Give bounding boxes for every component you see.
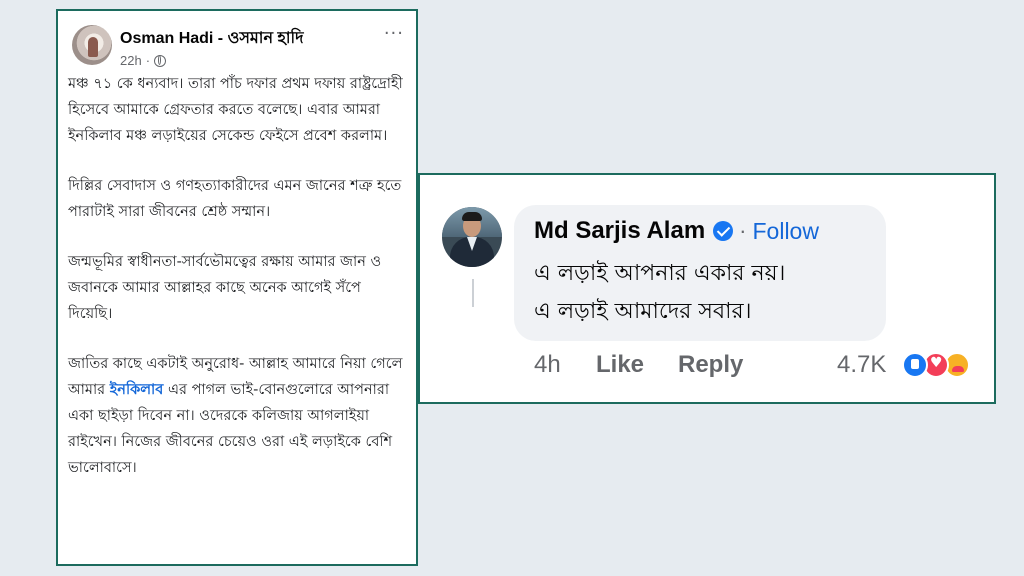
like-button[interactable]: Like: [596, 351, 678, 379]
comment-time[interactable]: 4h: [534, 351, 596, 379]
follow-button[interactable]: Follow: [753, 218, 819, 245]
globe-icon: [154, 54, 167, 67]
author-avatar[interactable]: [72, 25, 112, 65]
commenter-name[interactable]: Md Sarjis Alam: [534, 217, 705, 245]
post-author-name[interactable]: Osman Hadi - ওসমান হাদি: [120, 25, 303, 52]
post-paragraph: জন্মভূমির স্বাধীনতা-সার্বভৌমত্বের রক্ষায…: [68, 254, 382, 322]
reaction-count[interactable]: 4.7K: [837, 351, 886, 379]
post-header: Osman Hadi - ওসমান হাদি 22h · ···: [68, 19, 408, 71]
reply-button[interactable]: Reply: [678, 351, 743, 379]
comment-line: এ লড়াই আপনার একার নয়।: [534, 261, 786, 286]
verified-badge-icon: [713, 221, 734, 241]
separator-dot: ·: [739, 218, 747, 243]
post-time[interactable]: 22h: [120, 53, 142, 68]
comment-line: এ লড়াই আমাদের সবার।: [534, 299, 752, 324]
like-reaction-icon: [902, 352, 928, 378]
reactions-summary[interactable]: [902, 352, 982, 380]
post-paragraph: জাতির কাছে একটাই অনুরোধ- আল্লাহ আমারে নি…: [68, 351, 406, 481]
post-paragraph: মঞ্চ ৭১ কে ধন্যবাদ। তারা পাঁচ দফার প্রথম…: [68, 76, 403, 144]
comment-actions: 4h Like Reply: [534, 351, 743, 379]
post-body: মঞ্চ ৭১ কে ধন্যবাদ। তারা পাঁচ দফার প্রথম…: [68, 71, 406, 505]
commenter-row: Md Sarjis Alam · Follow: [534, 217, 819, 245]
facebook-post: Osman Hadi - ওসমান হাদি 22h · ··· মঞ্চ ৭…: [56, 9, 418, 566]
comment-bubble: Md Sarjis Alam · Follow এ লড়াই আপনার এক…: [514, 205, 886, 341]
inqilab-link[interactable]: ইনকিলাব: [110, 382, 164, 398]
comment-text: এ লড়াই আপনার একার নয়। এ লড়াই আমাদের স…: [534, 255, 785, 331]
post-time-separator: ·: [145, 53, 151, 68]
commenter-avatar[interactable]: [442, 207, 502, 267]
more-options-icon[interactable]: ···: [384, 23, 404, 44]
post-paragraph: দিল্লির সেবাদাস ও গণহত্যাকারীদের এমন জান…: [68, 178, 402, 220]
facebook-comment: Md Sarjis Alam · Follow এ লড়াই আপনার এক…: [418, 173, 996, 404]
thread-line: [472, 279, 474, 307]
post-meta: 22h ·: [120, 53, 167, 68]
